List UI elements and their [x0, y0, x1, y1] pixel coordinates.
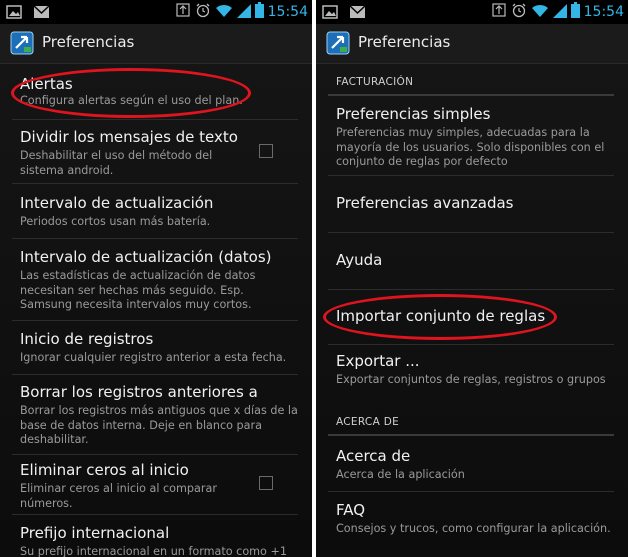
- divider: [12, 119, 298, 120]
- pref-borrar-registros[interactable]: Borrar los registros anteriores a Borrar…: [20, 382, 298, 448]
- pref-title: FAQ: [336, 501, 366, 519]
- pref-summary: Eliminar ceros al inicio al comparar núm…: [20, 482, 217, 510]
- pref-exportar[interactable]: Exportar ... Exportar conjuntos de regla…: [336, 351, 614, 388]
- page-title: Preferencias: [358, 33, 451, 51]
- wifi-icon: [531, 3, 549, 22]
- category-header-facturacion: FACTURACIÓN: [336, 76, 414, 88]
- pref-title: Intervalo de actualización (datos): [20, 248, 272, 266]
- pref-title: Prefijo internacional: [20, 524, 170, 542]
- alarm-icon: [195, 2, 211, 22]
- category-divider: [328, 94, 614, 96]
- clock: 15:54: [583, 4, 624, 20]
- divider: [12, 374, 298, 375]
- pref-summary: Las estadísticas de actualización de dat…: [20, 269, 256, 311]
- action-bar: Preferencias: [316, 24, 628, 64]
- pref-preferencias-avanzadas[interactable]: Preferencias avanzadas: [336, 193, 614, 213]
- data-sync-icon: [491, 2, 507, 22]
- category-divider: [328, 434, 614, 436]
- pref-summary: Periodos cortos usan más batería.: [20, 215, 211, 228]
- status-bar: 15:54: [0, 0, 312, 24]
- pref-dividir-mensajes[interactable]: Dividir los mensajes de texto en Deshabi…: [20, 127, 242, 178]
- divider: [12, 454, 298, 455]
- signal-icon: [236, 3, 251, 22]
- pref-title: Intervalo de actualización: [20, 194, 214, 212]
- divider: [328, 289, 614, 290]
- highlight-ellipse: [323, 294, 557, 340]
- pref-title: Acerca de: [336, 447, 411, 465]
- divider: [328, 232, 614, 233]
- app-icon[interactable]: [10, 31, 34, 55]
- pref-acerca-de[interactable]: Acerca de Acerca de la aplicación: [336, 446, 614, 483]
- divider: [12, 183, 298, 184]
- left-screen: 15:54 Preferencias Alertas Configura ale…: [0, 0, 312, 557]
- pref-inicio-registros[interactable]: Inicio de registros Ignorar cualquier re…: [20, 329, 298, 366]
- alarm-icon: [511, 2, 527, 22]
- checkbox-icon[interactable]: [259, 476, 273, 490]
- battery-icon: [254, 2, 264, 22]
- pref-faq[interactable]: FAQ Consejos y trucos, como configurar l…: [336, 500, 614, 537]
- pref-intervalo-actualizacion[interactable]: Intervalo de actualización Periodos cort…: [20, 193, 298, 230]
- divider: [12, 238, 298, 239]
- pref-summary: Consejos y trucos, como configurar la ap…: [336, 522, 611, 535]
- battery-icon: [570, 2, 580, 22]
- pref-summary: Borrar los registros más antiguos que x …: [20, 404, 298, 446]
- pref-title: Ayuda: [336, 251, 383, 269]
- pref-title: Exportar ...: [336, 352, 420, 370]
- pref-ayuda[interactable]: Ayuda: [336, 250, 614, 270]
- category-header-acerca: ACERCA DE: [336, 416, 400, 428]
- divider: [12, 514, 298, 515]
- pref-prefijo-internacional[interactable]: Prefijo internacional Su prefijo interna…: [20, 523, 298, 557]
- pref-summary: Preferencias muy simples, adecuadas para…: [336, 126, 605, 168]
- app-icon[interactable]: [326, 31, 350, 55]
- pref-title: Preferencias avanzadas: [336, 194, 514, 212]
- image-icon: [322, 4, 338, 23]
- divider: [328, 491, 614, 492]
- pref-preferencias-simples[interactable]: Preferencias simples Preferencias muy si…: [336, 104, 614, 170]
- page-title: Preferencias: [42, 33, 135, 51]
- pref-eliminar-ceros[interactable]: Eliminar ceros al inicio Eliminar ceros …: [20, 460, 242, 511]
- pref-summary: Exportar conjuntos de reglas, registros …: [336, 373, 606, 386]
- divider: [12, 320, 298, 321]
- divider: [328, 175, 614, 176]
- checkbox-icon[interactable]: [259, 144, 273, 158]
- preference-list: Alertas Configura alertas según el uso d…: [0, 64, 312, 557]
- divider: [328, 344, 614, 345]
- gmail-icon: [33, 4, 50, 23]
- highlight-ellipse: [11, 68, 251, 118]
- image-icon: [6, 4, 22, 23]
- pref-title: Preferencias simples: [336, 105, 491, 123]
- status-bar: 15:54: [316, 0, 628, 24]
- pref-intervalo-datos[interactable]: Intervalo de actualización (datos) Las e…: [20, 247, 298, 313]
- pref-summary: Acerca de la aplicación: [336, 468, 465, 481]
- pref-title: Borrar los registros anteriores a: [20, 383, 258, 401]
- pref-title: Eliminar ceros al inicio: [20, 461, 189, 479]
- right-screen: 15:54 Preferencias FACTURACIÓN Preferenc…: [316, 0, 628, 557]
- pref-title: Inicio de registros: [20, 330, 154, 348]
- pref-title: Dividir los mensajes de texto en: [20, 128, 242, 146]
- clock: 15:54: [267, 4, 308, 20]
- signal-icon: [552, 3, 567, 22]
- action-bar: Preferencias: [0, 24, 312, 64]
- pref-summary: Ignorar cualquier registro anterior a es…: [20, 351, 287, 364]
- data-sync-icon: [175, 2, 191, 22]
- pref-summary: Deshabilitar el uso del método del siste…: [20, 149, 213, 177]
- gmail-icon: [349, 4, 366, 23]
- pref-summary: Su prefijo internacional en un formato c…: [20, 545, 287, 557]
- preference-list: FACTURACIÓN Preferencias simples Prefere…: [316, 64, 628, 557]
- wifi-icon: [215, 3, 233, 22]
